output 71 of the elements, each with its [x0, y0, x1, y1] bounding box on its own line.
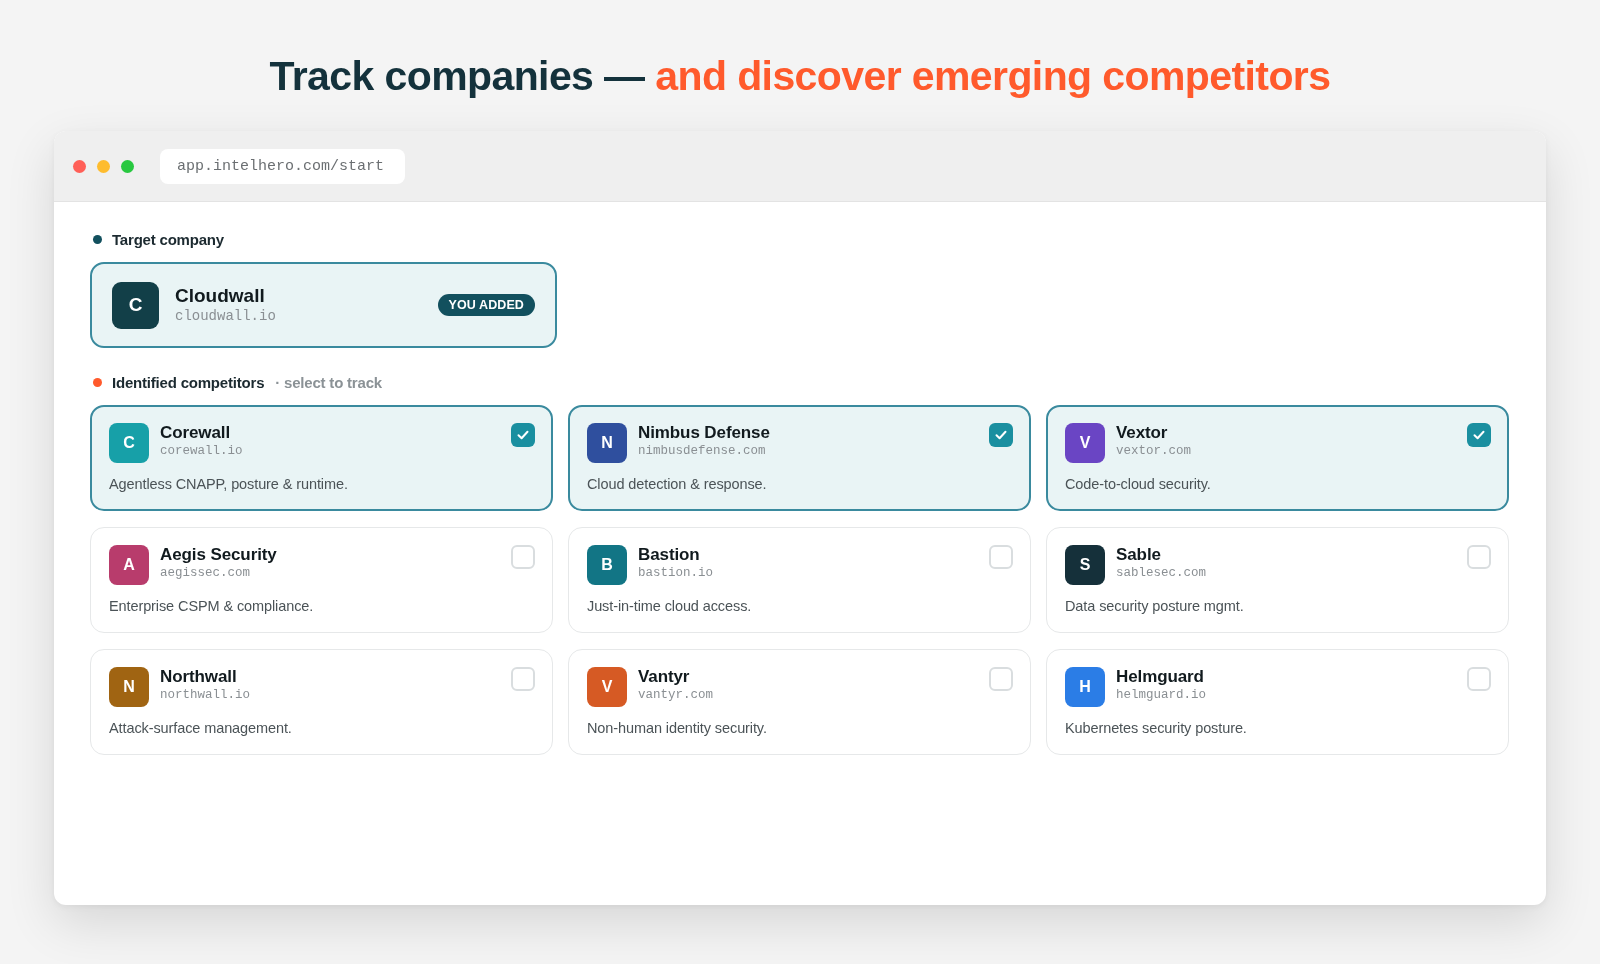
section-label: Identified competitors — [112, 373, 265, 391]
checkbox[interactable] — [989, 423, 1013, 447]
address-field[interactable]: app.intelhero.com/start — [160, 148, 405, 184]
company-description: Data security posture mgmt. — [1065, 597, 1245, 616]
competitor-card[interactable]: N Northwall northwall.io Attack-surface management. — [90, 649, 553, 755]
company-domain: nimbusdefense.com — [638, 443, 767, 460]
company-description: Attack-surface management. — [109, 719, 293, 738]
checkbox[interactable] — [511, 423, 535, 447]
company-name: Nimbus Defense — [638, 423, 770, 443]
section-label: Target company — [112, 230, 224, 248]
company-avatar: C — [109, 423, 149, 463]
checkmark-icon — [1473, 430, 1485, 440]
company-name: Northwall — [160, 667, 238, 687]
company-domain: corewall.io — [160, 443, 243, 460]
competitor-card[interactable]: C Corewall corewall.io Agentless CNAPP, posture & runtime. — [90, 405, 553, 511]
section-hint: · select to track — [275, 373, 382, 391]
competitor-card[interactable]: B Bastion bastion.io Just-in-time cloud access. — [568, 527, 1031, 633]
company-description: Enterprise CSPM & compliance. — [109, 597, 315, 616]
company-name: Vextor — [1116, 423, 1169, 443]
checkbox[interactable] — [511, 545, 535, 569]
page-headline: Track companies — and discover emerging competitors — [269, 52, 1331, 101]
company-description: Agentless CNAPP, posture & runtime. — [109, 475, 349, 494]
company-name: Cloudwall — [175, 285, 266, 307]
company-avatar: A — [109, 545, 149, 585]
company-domain: aegissec.com — [160, 565, 251, 582]
company-description: Kubernetes security posture. — [1065, 719, 1248, 738]
company-avatar: C — [112, 281, 159, 329]
competitor-card[interactable]: V Vantyr vantyr.com Non-human identity security. — [568, 649, 1031, 755]
company-avatar: N — [587, 423, 627, 463]
company-domain: helmguard.io — [1116, 687, 1206, 704]
company-domain: bastion.io — [638, 565, 713, 582]
company-domain: northwall.io — [160, 687, 250, 704]
competitor-card[interactable]: A Aegis Security aegissec.com Enterprise CSPM & compliance. — [90, 527, 553, 633]
status-badge: YOU ADDED — [437, 294, 535, 316]
company-domain: sablesec.com — [1116, 565, 1206, 582]
company-description: Code-to-cloud security. — [1065, 475, 1212, 494]
company-name: Vantyr — [638, 667, 691, 687]
window-minimize-icon[interactable] — [97, 159, 110, 173]
checkmark-icon — [517, 430, 529, 440]
bullet-icon — [93, 377, 102, 387]
competitor-card[interactable]: H Helmguard helmguard.io Kubernetes security posture. — [1046, 649, 1509, 755]
bullet-icon — [93, 234, 102, 244]
checkbox[interactable] — [1467, 667, 1491, 691]
company-domain: vextor.com — [1116, 443, 1191, 460]
checkbox[interactable] — [989, 545, 1013, 569]
company-avatar: H — [1065, 667, 1105, 707]
company-domain: cloudwall.io — [175, 307, 276, 325]
company-name: Sable — [1116, 545, 1162, 565]
checkbox[interactable] — [1467, 423, 1491, 447]
company-avatar: V — [1065, 423, 1105, 463]
checkbox[interactable] — [1467, 545, 1491, 569]
company-description: Cloud detection & response. — [587, 475, 768, 494]
competitor-card[interactable]: N Nimbus Defense nimbusdefense.com Cloud detection & response. — [568, 405, 1031, 511]
company-avatar: B — [587, 545, 627, 585]
company-domain: vantyr.com — [638, 687, 713, 704]
company-name: Aegis Security — [160, 545, 277, 565]
company-description: Non-human identity security. — [587, 719, 768, 738]
competitor-card[interactable]: S Sable sablesec.com Data security posture mgmt. — [1046, 527, 1509, 633]
company-avatar: N — [109, 667, 149, 707]
window-zoom-icon[interactable] — [121, 159, 134, 173]
company-avatar: S — [1065, 545, 1105, 585]
competitor-card[interactable]: V Vextor vextor.com Code-to-cloud security. — [1046, 405, 1509, 511]
checkbox[interactable] — [989, 667, 1013, 691]
window-close-icon[interactable] — [73, 159, 86, 173]
company-description: Just-in-time cloud access. — [587, 597, 753, 616]
checkbox[interactable] — [511, 667, 535, 691]
company-name: Corewall — [160, 423, 232, 443]
company-name: Helmguard — [1116, 667, 1205, 687]
checkmark-icon — [995, 430, 1007, 440]
company-avatar: V — [587, 667, 627, 707]
company-name: Bastion — [638, 545, 701, 565]
